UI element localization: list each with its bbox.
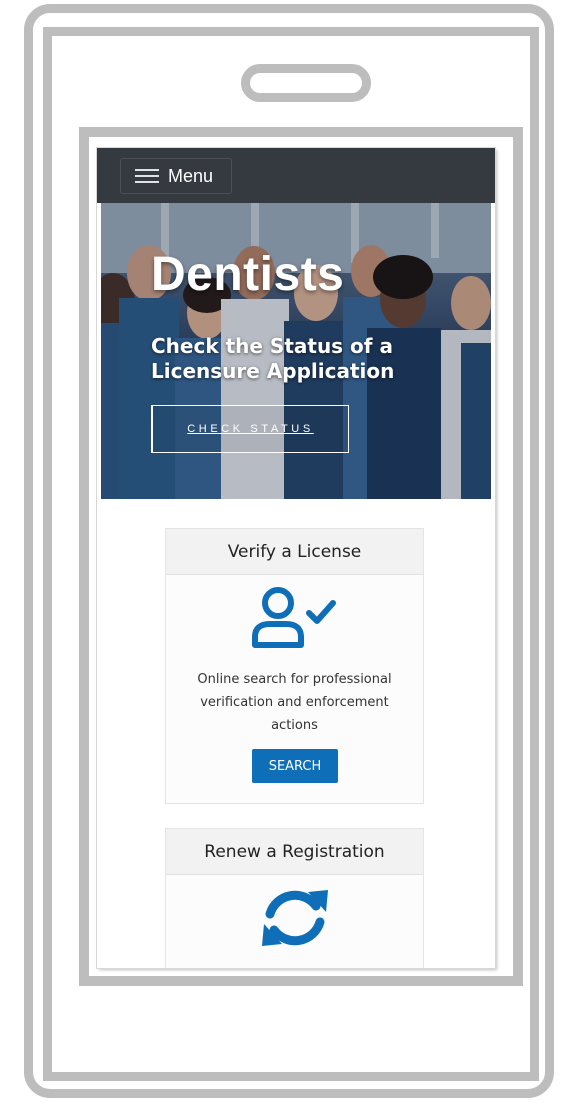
hero-subtitle: Check the Status of a Licensure Applicat… <box>151 334 395 383</box>
user-check-icon <box>252 587 336 648</box>
hero-title: Dentists <box>151 248 345 301</box>
verify-license-card: Verify a License Online search for profe… <box>165 528 424 804</box>
hero-banner: Dentists Check the Status of a Licensure… <box>101 203 491 499</box>
hamburger-icon <box>135 169 159 183</box>
menu-button[interactable]: Menu <box>120 158 232 194</box>
check-status-button[interactable]: CHECK STATUS <box>151 405 349 453</box>
navbar: Menu <box>97 148 495 203</box>
card-title-renew: Renew a Registration <box>166 829 423 875</box>
renew-registration-card: Renew a Registration <box>165 828 424 968</box>
phone-screen: Menu Dentists Check the Status of a Lice… <box>97 148 495 968</box>
verify-description: Online search for professional verificat… <box>197 672 392 733</box>
phone-speaker <box>241 64 371 102</box>
search-button[interactable]: SEARCH <box>252 749 338 783</box>
card-title-verify: Verify a License <box>166 529 423 575</box>
refresh-icon <box>262 890 328 946</box>
menu-label: Menu <box>168 165 214 186</box>
